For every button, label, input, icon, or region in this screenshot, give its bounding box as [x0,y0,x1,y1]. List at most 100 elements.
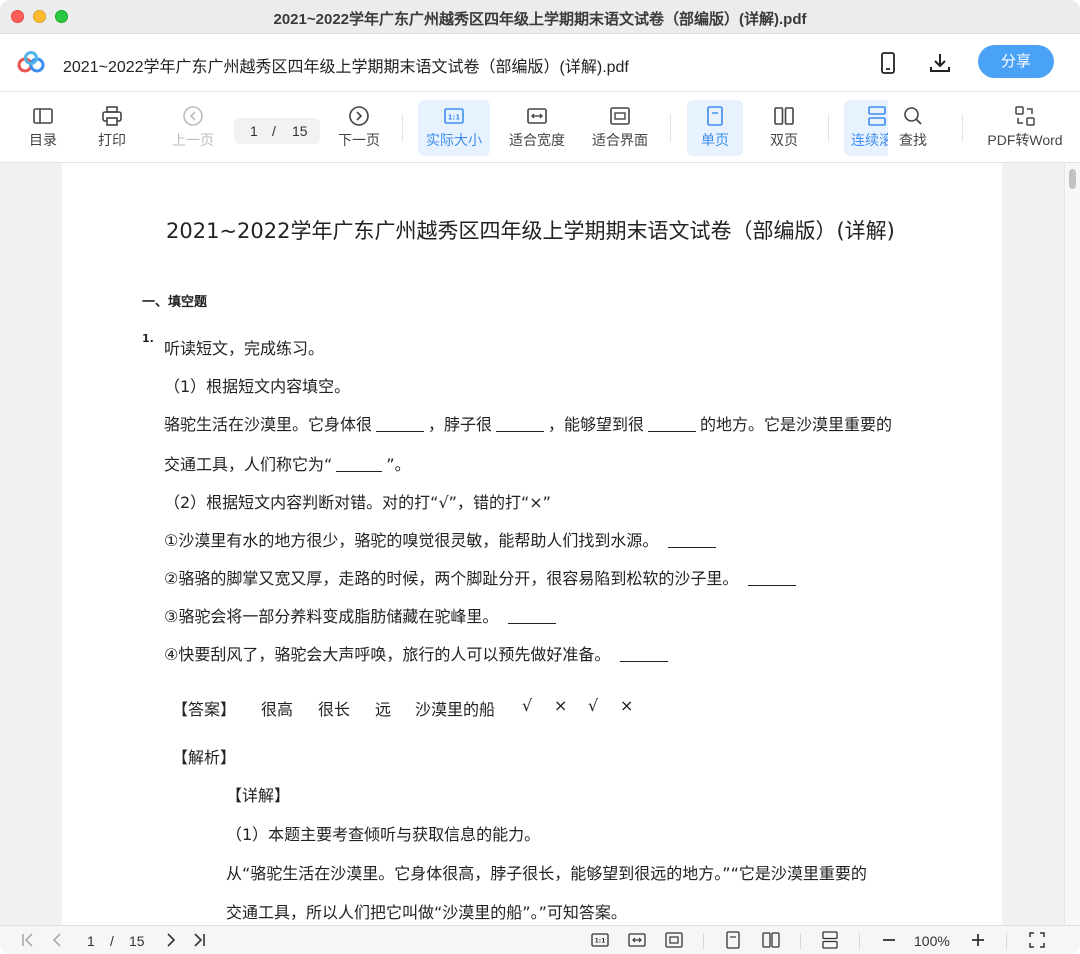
bottom-divider [859,933,860,949]
find-button[interactable]: 查找 [888,100,938,156]
answer-1: 很高 [261,700,294,719]
print-button[interactable]: 打印 [85,100,139,156]
toolbar-divider [962,114,963,142]
bottom-total-pages: 15 [129,933,145,949]
svg-text:1:1: 1:1 [448,114,461,122]
fill-line-2-seg-a: 交通工具，人们称它为“ [164,455,333,474]
zoom-out-icon[interactable] [880,931,898,949]
answer-blank [668,534,717,548]
answer-blank [376,418,425,432]
double-page-label: 双页 [770,132,798,148]
answer-label: 【答案】 [172,700,237,719]
find-label: 查找 [899,132,927,148]
single-page-button[interactable]: 单页 [687,100,743,156]
judge-item-2-text: ②骆骆的脚掌又宽又厚，走路的时候，两个脚趾分开，很容易陷到松软的沙子里。 [164,569,739,588]
judge-item-1: ①沙漠里有水的地方很少，骆驼的嗅觉很灵敏，能帮助人们找到水源。 [164,527,720,551]
pdf-to-word-button[interactable]: PDF转Word [982,100,1068,156]
bottom-divider [1006,933,1007,949]
first-page-icon[interactable] [19,931,37,949]
answer-6: × [554,696,568,715]
next-page-button[interactable]: 下一页 [332,100,386,156]
single-page-icon [707,106,723,126]
toc-button[interactable]: 目录 [16,100,70,156]
total-pages: 15 [292,123,308,139]
bottom-divider [703,933,704,949]
page-number-input[interactable]: 1 / 15 [234,118,320,144]
judge-item-2: ②骆骆的脚掌又宽又厚，走路的时候，两个脚趾分开，很容易陷到松软的沙子里。 [164,565,800,589]
double-page-button[interactable]: 双页 [757,100,811,156]
fill-line-2: 交通工具，人们称它为“ ”。 [164,451,411,475]
judge-item-4-text: ④快要刮风了，骆驼会大声呼唤，旅行的人可以预先做好准备。 [164,645,611,664]
bottom-page-separator: / [110,933,114,949]
last-page-icon[interactable] [190,931,208,949]
section-heading: 一、填空题 [142,295,208,310]
document-viewport[interactable]: 2021~2022学年广东广州越秀区四年级上学期期末语文试卷（部编版）(详解) … [0,163,1080,925]
zoom-in-icon[interactable] [969,931,987,949]
detail-label: 【详解】 [226,786,291,805]
answer-blank [748,572,797,586]
continuous-scroll-icon[interactable] [821,931,839,949]
fit-width-icon[interactable] [628,931,646,949]
fit-window-button[interactable]: 适合界面 [586,100,654,156]
question-number: 1. [142,332,154,345]
detail-line-2: 从“骆驼生活在沙漠里。它身体很高，脖子很长，能够望到很远的地方。”“它是沙漠里重… [226,864,867,883]
judge-item-3: ③骆驼会将一部分养料变成脂肪储藏在驼峰里。 [164,603,560,627]
continuous-scroll-icon [868,106,886,126]
actual-size-label: 实际大小 [426,132,482,148]
share-button[interactable]: 分享 [978,45,1054,78]
toc-icon [33,108,53,124]
single-page-icon[interactable] [724,931,742,949]
document-name: 2021~2022学年广东广州越秀区四年级上学期期末语文试卷（部编版）(详解).… [63,59,629,76]
chevron-right-icon[interactable] [162,931,180,949]
fullscreen-icon[interactable] [1028,931,1046,949]
answer-blank [648,418,697,432]
fit-window-icon[interactable] [665,931,683,949]
app-logo-icon [17,51,45,73]
answer-2: 很长 [318,700,351,719]
pdf-page: 2021~2022学年广东广州越秀区四年级上学期期末语文试卷（部编版）(详解) … [62,163,1002,925]
fill-line-1-seg-a: 骆驼生活在沙漠里。它身体很 [164,415,373,434]
double-page-icon[interactable] [762,931,780,949]
answer-8: × [620,696,634,715]
next-page-label: 下一页 [338,132,380,148]
toolbar-divider [828,114,829,142]
actual-size-icon: 1:1 [444,108,464,124]
toolbar: 目录 打印 上一页 1 / 15 下一页 1:1 实际大小 适合宽度 适合界面 … [0,92,1080,163]
answer-blank [496,418,545,432]
prev-page-button[interactable]: 上一页 [166,100,220,156]
answer-4: 沙漠里的船 [415,700,496,719]
actual-size-icon[interactable]: 1:1 [591,931,609,949]
mobile-phone-icon[interactable] [875,50,901,76]
pdf-to-word-label: PDF转Word [987,132,1063,148]
answer-3: 远 [375,700,392,719]
fill-line-1-seg-b: ，脖子很 [428,415,493,434]
part-2-heading: （2）根据短文内容判断对错。对的打“√”，错的打“×” [164,493,551,512]
fit-width-button[interactable]: 适合宽度 [503,100,571,156]
fill-line-1-seg-c: ，能够望到很 [548,415,645,434]
toolbar-divider [670,114,671,142]
zoom-level[interactable]: 100% [914,933,950,949]
double-page-icon [774,107,794,125]
answer-blank [336,458,383,472]
continuous-scroll-button[interactable]: 连续滚 [844,100,888,156]
bottom-current-page[interactable]: 1 [87,933,95,949]
bottom-bar: 1 / 15 1:1 100% [0,925,1080,954]
scrollbar-thumb[interactable] [1069,169,1076,189]
printer-icon [102,106,122,126]
vertical-scrollbar[interactable] [1064,163,1080,925]
detail-line-1: （1）本题主要考查倾听与获取信息的能力。 [226,825,541,844]
toolbar-divider [402,114,403,142]
actual-size-button[interactable]: 1:1 实际大小 [418,100,490,156]
analysis-label: 【解析】 [172,748,237,767]
question-text: 听读短文，完成练习。 [164,339,325,358]
single-page-label: 单页 [701,132,729,148]
fit-width-label: 适合宽度 [509,132,565,148]
detail-line-3: 交通工具，所以人们把它叫做“沙漠里的船”。”可知答案。 [226,903,627,922]
title-bar: 2021~2022学年广东广州越秀区四年级上学期期末语文试卷（部编版）(详解).… [0,0,1080,34]
chevron-left-icon[interactable] [48,931,66,949]
app-header: 2021~2022学年广东广州越秀区四年级上学期期末语文试卷（部编版）(详解).… [0,34,1080,92]
bottom-divider [800,933,801,949]
search-icon [904,107,922,125]
document-title: 2021~2022学年广东广州越秀区四年级上学期期末语文试卷（部编版）(详解) [166,219,895,243]
download-icon[interactable] [927,50,953,76]
